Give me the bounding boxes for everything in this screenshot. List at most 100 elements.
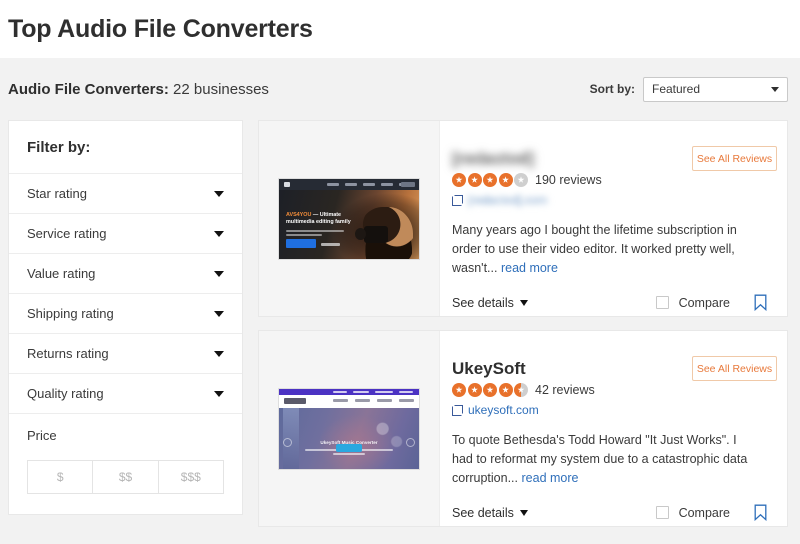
price-option-2[interactable]: $$ [93,461,159,493]
star-icon [452,383,466,397]
page-body: Filter by: Star rating Service rating Va… [0,120,800,527]
review-snippet-text: Many years ago I bought the lifetime sub… [452,223,737,275]
card-footer: See details Compare [452,504,769,521]
chevron-down-icon [771,86,779,92]
chevron-down-icon [519,509,528,516]
thumbnail-carousel-prev [283,438,292,447]
filter-label: Service rating [27,226,107,241]
filter-by-title: Filter by: [9,121,242,174]
thumbnail-headline: AVS4YOU — Ultimate multimedia editing fa… [286,212,351,226]
business-card[interactable]: AVS4YOU — Ultimate multimedia editing fa… [258,120,788,317]
read-more-link[interactable]: read more [501,261,558,275]
filter-item-shipping-rating[interactable]: Shipping rating [9,294,242,334]
price-option-1[interactable]: $ [28,461,94,493]
thumbnail-headline-rest: — Ultimate [312,211,342,218]
business-name[interactable]: [redacted] [452,149,534,169]
thumbnail-carousel-next [406,438,415,447]
results-count-value: 22 businesses [173,80,269,98]
compare-label: Compare [678,505,730,520]
star-icon [483,173,497,187]
card-footer-actions: Compare [655,504,767,521]
results-category-label: Audio File Converters: [8,80,169,98]
business-url[interactable]: ukeysoft.com [468,403,539,417]
star-rating [452,383,528,397]
external-link-icon [452,404,463,416]
review-snippet-text: To quote Bethesda's Todd Howard "It Just… [452,433,748,485]
thumbnail-subtext [286,229,344,239]
rating-row: 190 reviews [452,173,769,187]
see-details-label: See details [452,295,514,310]
filter-sidebar: Filter by: Star rating Service rating Va… [8,120,243,515]
business-url-row: [redacted].com [452,193,769,207]
price-filter-options: $ $$ $$$ [27,460,224,494]
bookmark-icon[interactable] [754,294,767,311]
compare-label: Compare [678,295,730,310]
compare-checkbox[interactable] [655,296,669,309]
business-thumbnail-container: UkeySoft Music Converter [259,331,440,526]
see-all-reviews-button[interactable]: See All Reviews [692,146,777,171]
price-filter: Price $ $$ $$$ [9,414,242,514]
bookmark-icon[interactable] [754,504,767,521]
business-card[interactable]: UkeySoft Music Converter UkeySoft See Al… [258,330,788,527]
see-details-toggle[interactable]: See details [452,506,528,520]
sort-by-label: Sort by: [589,82,635,96]
review-count: 42 reviews [535,383,595,397]
star-rating [452,173,528,187]
thumbnail-cta-button [286,238,316,248]
business-url-row: ukeysoft.com [452,403,769,417]
filter-item-returns-rating[interactable]: Returns rating [9,334,242,374]
chevron-down-icon [214,190,224,197]
star-icon [467,173,482,187]
star-icon [483,383,497,397]
filter-item-quality-rating[interactable]: Quality rating [9,374,242,414]
thumbnail-secondary-link [321,242,340,246]
thumbnail-logo [284,182,290,187]
results-count: Audio File Converters: 22 businesses [8,81,269,98]
thumbnail-hero: UkeySoft Music Converter [279,407,419,469]
star-icon [452,173,466,187]
business-name[interactable]: UkeySoft [452,359,526,379]
chevron-down-icon [519,299,528,306]
business-info: UkeySoft See All Reviews 42 reviews ukey… [440,331,787,526]
see-details-toggle[interactable]: See details [452,296,528,310]
business-url[interactable]: [redacted].com [468,193,547,207]
filter-label: Value rating [27,266,96,281]
review-snippet: Many years ago I bought the lifetime sub… [452,221,757,278]
sort-by-selected-value: Featured [652,82,701,96]
see-details-label: See details [452,505,514,520]
star-icon [498,173,513,187]
sort-by-select[interactable]: Featured [643,76,788,102]
chevron-down-icon [214,350,224,357]
thumbnail-hero: AVS4YOU — Ultimate multimedia editing fa… [279,189,419,259]
compare-checkbox[interactable] [655,506,669,519]
price-option-3[interactable]: $$$ [158,461,223,493]
thumbnail-headline-line2: multimedia editing family [286,218,351,225]
thumbnail-nav-button [401,181,415,187]
filter-label: Returns rating [27,346,109,361]
page-title: Top Audio File Converters [8,14,313,43]
star-icon [467,383,482,397]
star-icon [498,383,513,397]
chevron-down-icon [214,310,224,317]
filter-item-value-rating[interactable]: Value rating [9,254,242,294]
filter-item-service-rating[interactable]: Service rating [9,214,242,254]
card-footer: See details Compare [452,294,769,311]
thumbnail-nav-links [327,182,411,186]
website-screenshot-thumbnail[interactable]: AVS4YOU — Ultimate multimedia editing fa… [278,177,420,260]
sort-control: Sort by: Featured [589,76,788,102]
card-footer-actions: Compare [655,294,767,311]
review-count: 190 reviews [535,173,602,187]
rating-row: 42 reviews [452,383,769,397]
see-all-reviews-button[interactable]: See All Reviews [692,356,777,381]
website-screenshot-thumbnail[interactable]: UkeySoft Music Converter [278,387,420,470]
chevron-down-icon [214,390,224,397]
read-more-link[interactable]: read more [522,471,579,485]
external-link-icon [452,194,463,206]
filter-item-star-rating[interactable]: Star rating [9,174,242,214]
thumbnail-logo [284,397,306,404]
page-header: Top Audio File Converters [0,0,800,58]
thumbnail-camera [355,225,388,243]
results-bar: Audio File Converters: 22 businesses Sor… [0,58,800,120]
filter-label: Quality rating [27,386,104,401]
thumbnail-cta-button [336,443,362,452]
